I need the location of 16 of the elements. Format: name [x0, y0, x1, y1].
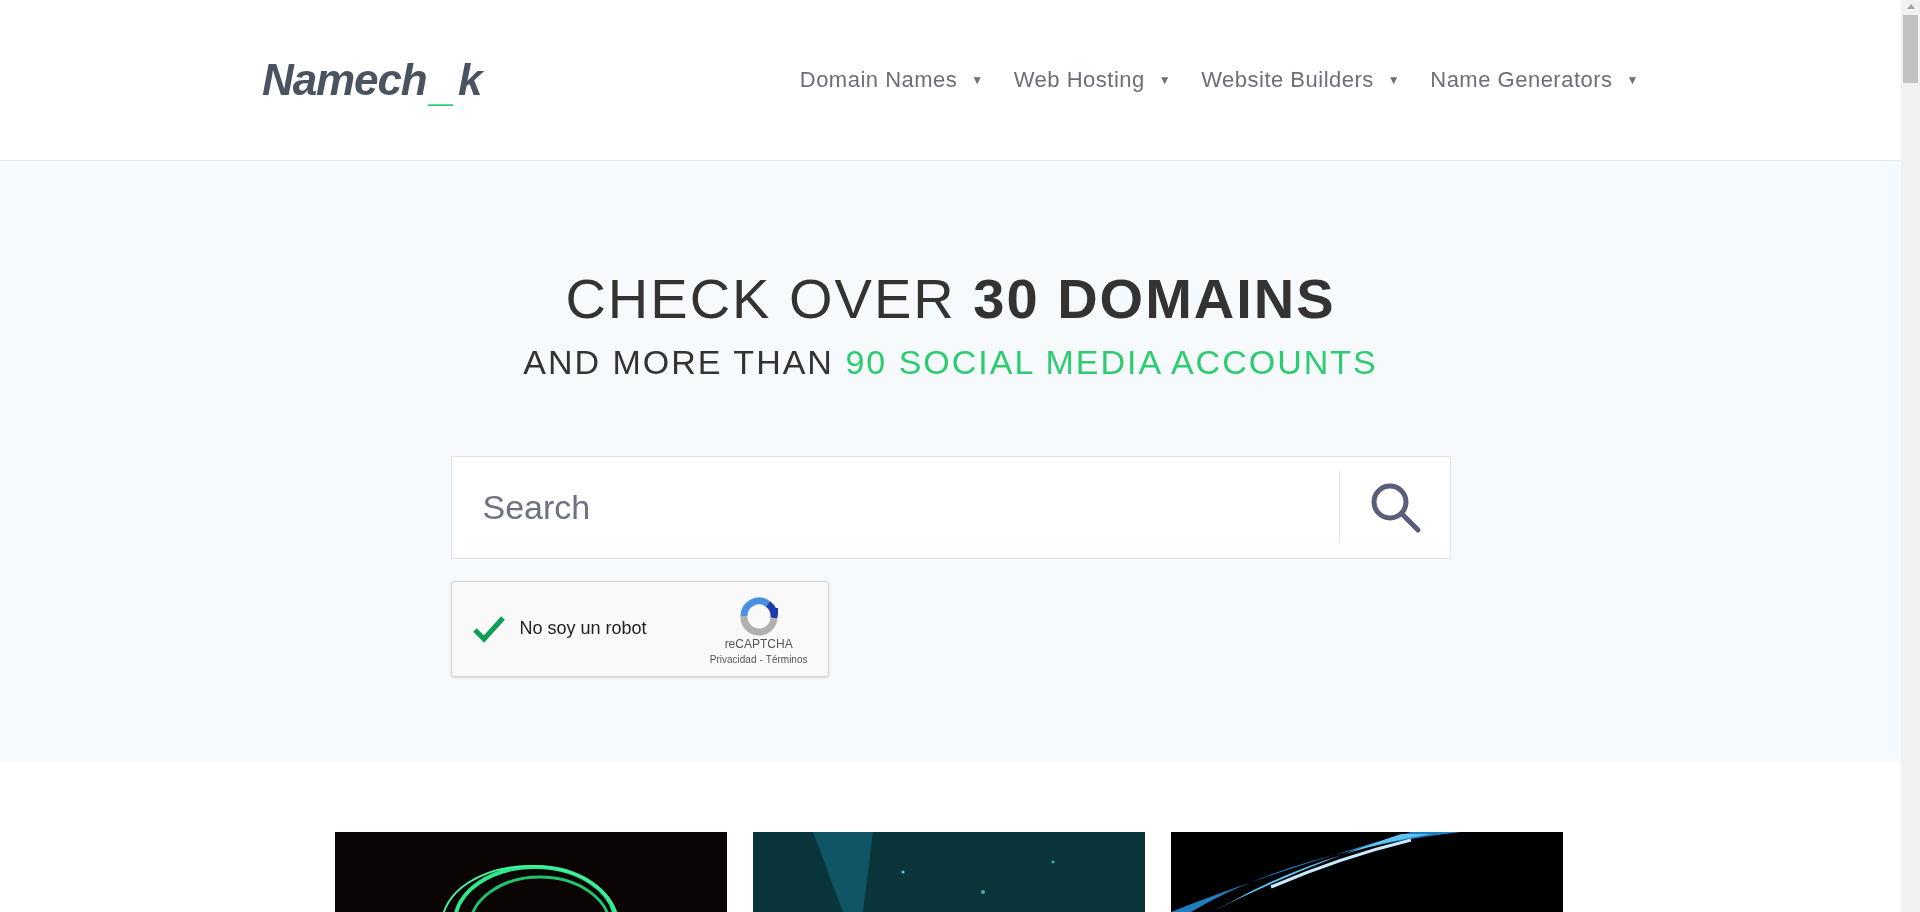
captcha-brand: reCAPTCHA	[724, 636, 793, 653]
nav-link[interactable]: Name Generators ▼	[1430, 63, 1639, 97]
scroll-up-icon[interactable]	[1906, 4, 1915, 9]
hero-subheading: AND MORE THAN 90 SOCIAL MEDIA ACCOUNTS	[523, 341, 1378, 383]
scrollbar[interactable]	[1901, 0, 1920, 912]
privacy-link[interactable]: Privacidad	[709, 652, 757, 668]
nav-link[interactable]: Web Hosting ▼	[1013, 63, 1172, 97]
scrollbar-thumb[interactable]	[1903, 15, 1918, 83]
nav-link[interactable]: Domain Names ▼	[799, 63, 984, 97]
captcha-label: No soy un robot	[519, 617, 647, 641]
separator: -	[759, 653, 763, 668]
nav-link[interactable]: Website Builders ▼	[1201, 63, 1401, 97]
recaptcha-logo-icon	[737, 596, 780, 637]
logo[interactable]: Namech_k	[262, 46, 482, 113]
terms-link[interactable]: Términos	[765, 652, 808, 668]
hero-heading: CHECK OVER 30 DOMAINS	[565, 266, 1336, 331]
